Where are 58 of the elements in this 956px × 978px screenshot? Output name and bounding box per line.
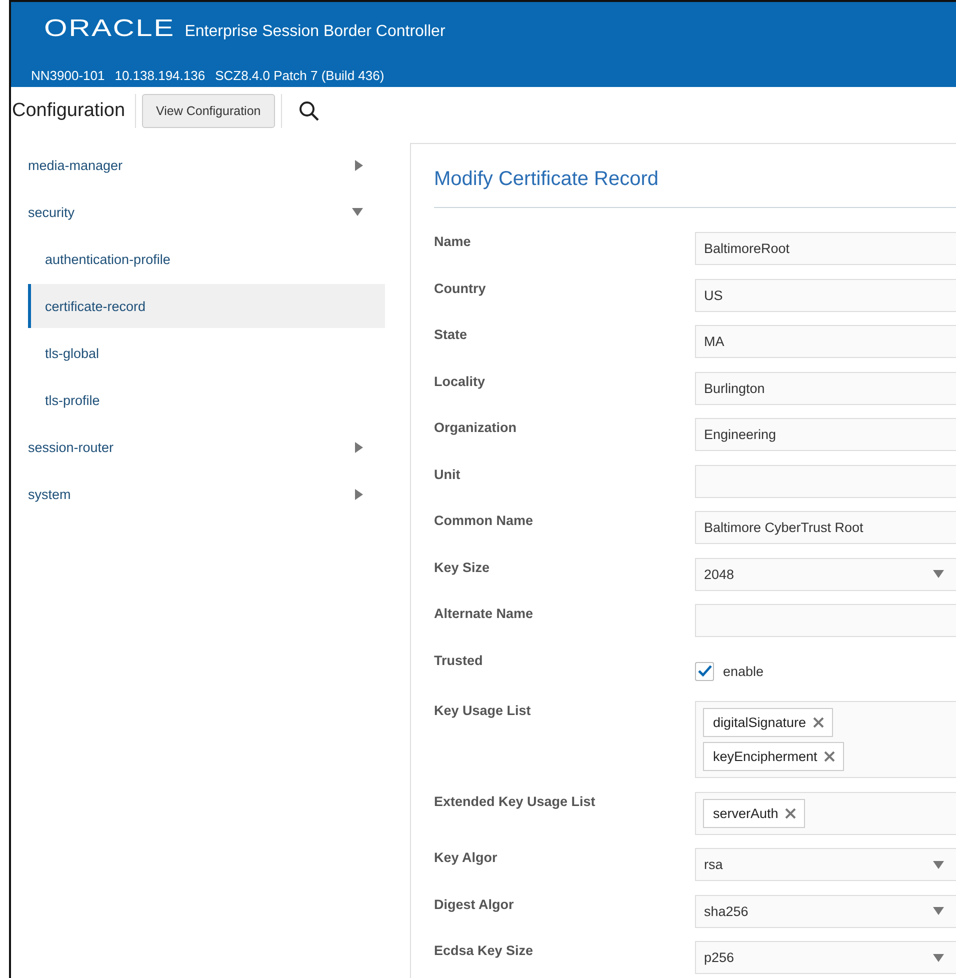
nav-item[interactable]: authentication-profile (28, 237, 385, 281)
nav-item[interactable]: certificate-record (28, 284, 385, 328)
nav-item[interactable]: tls-profile (28, 378, 385, 422)
field-label: Key Algor (434, 849, 498, 867)
field-label: Common Name (434, 512, 534, 530)
field-label: Organization (434, 419, 518, 437)
text-field[interactable]: Engineering (695, 418, 956, 451)
caret-down-icon (933, 570, 944, 578)
field-label: Key Size (434, 558, 491, 577)
system-info: SCZ8.4.0 Patch 7 (Build 436) (215, 68, 384, 83)
form-title: Modify Certificate Record (434, 167, 660, 192)
dropdown-field[interactable]: 2048 (695, 558, 956, 590)
dropdown-field[interactable]: p256 (695, 941, 956, 974)
tag-field[interactable]: serverAuth (695, 792, 956, 834)
tag-chip: digitalSignature (703, 708, 834, 737)
nav-item[interactable]: security (28, 190, 385, 234)
caret-down-icon (933, 954, 944, 962)
oracle-logo: ORACLE (44, 15, 175, 43)
view-configuration-button[interactable]: View Configuration (142, 94, 275, 128)
page-title: Configuration (12, 100, 126, 122)
checkbox[interactable] (695, 662, 714, 680)
remove-icon[interactable] (824, 751, 836, 762)
nav-item[interactable]: tls-global (28, 331, 385, 375)
text-field[interactable]: BaltimoreRoot (695, 232, 956, 265)
tag-chip: serverAuth (703, 798, 806, 828)
caret-down-icon (933, 907, 944, 915)
tag-field[interactable]: digitalSignature keyEncipherment (695, 701, 956, 778)
remove-icon[interactable] (813, 717, 824, 728)
field-label: Trusted (434, 652, 484, 670)
system-info: NN3900-101 (31, 68, 105, 83)
nav-item[interactable]: media-manager (28, 143, 385, 187)
field-label: Unit (434, 466, 462, 484)
text-field[interactable] (695, 464, 956, 498)
system-info: 10.138.194.136 (114, 68, 206, 83)
text-field[interactable]: Burlington (695, 372, 956, 404)
text-field[interactable]: US (695, 278, 956, 312)
dropdown-field[interactable]: sha256 (695, 894, 956, 928)
field-label: Digest Algor (434, 896, 515, 914)
field-label: Name (434, 233, 472, 251)
remove-icon[interactable] (785, 808, 796, 818)
nav-item[interactable]: system (28, 472, 385, 516)
checkbox-label: enable (723, 664, 764, 678)
field-label: Key Usage List (434, 702, 532, 720)
field-label: Alternate Name (434, 605, 534, 623)
text-field[interactable]: Baltimore CyberTrust Root (695, 511, 956, 544)
field-label: Locality (434, 372, 486, 391)
product-title: Enterprise Session Border Controller (184, 23, 446, 41)
caret-down-icon (933, 860, 944, 868)
field-label: Extended Key Usage List (434, 792, 596, 811)
text-field[interactable]: MA (695, 325, 956, 358)
dropdown-field[interactable]: rsa (695, 848, 956, 881)
field-label: Country (434, 280, 487, 298)
tag-chip: keyEncipherment (703, 742, 844, 771)
search-icon[interactable] (298, 101, 319, 121)
text-field[interactable] (695, 604, 956, 637)
field-label: Ecdsa Key Size (434, 942, 534, 960)
field-label: State (434, 326, 468, 344)
nav-item[interactable]: session-router (28, 425, 385, 469)
